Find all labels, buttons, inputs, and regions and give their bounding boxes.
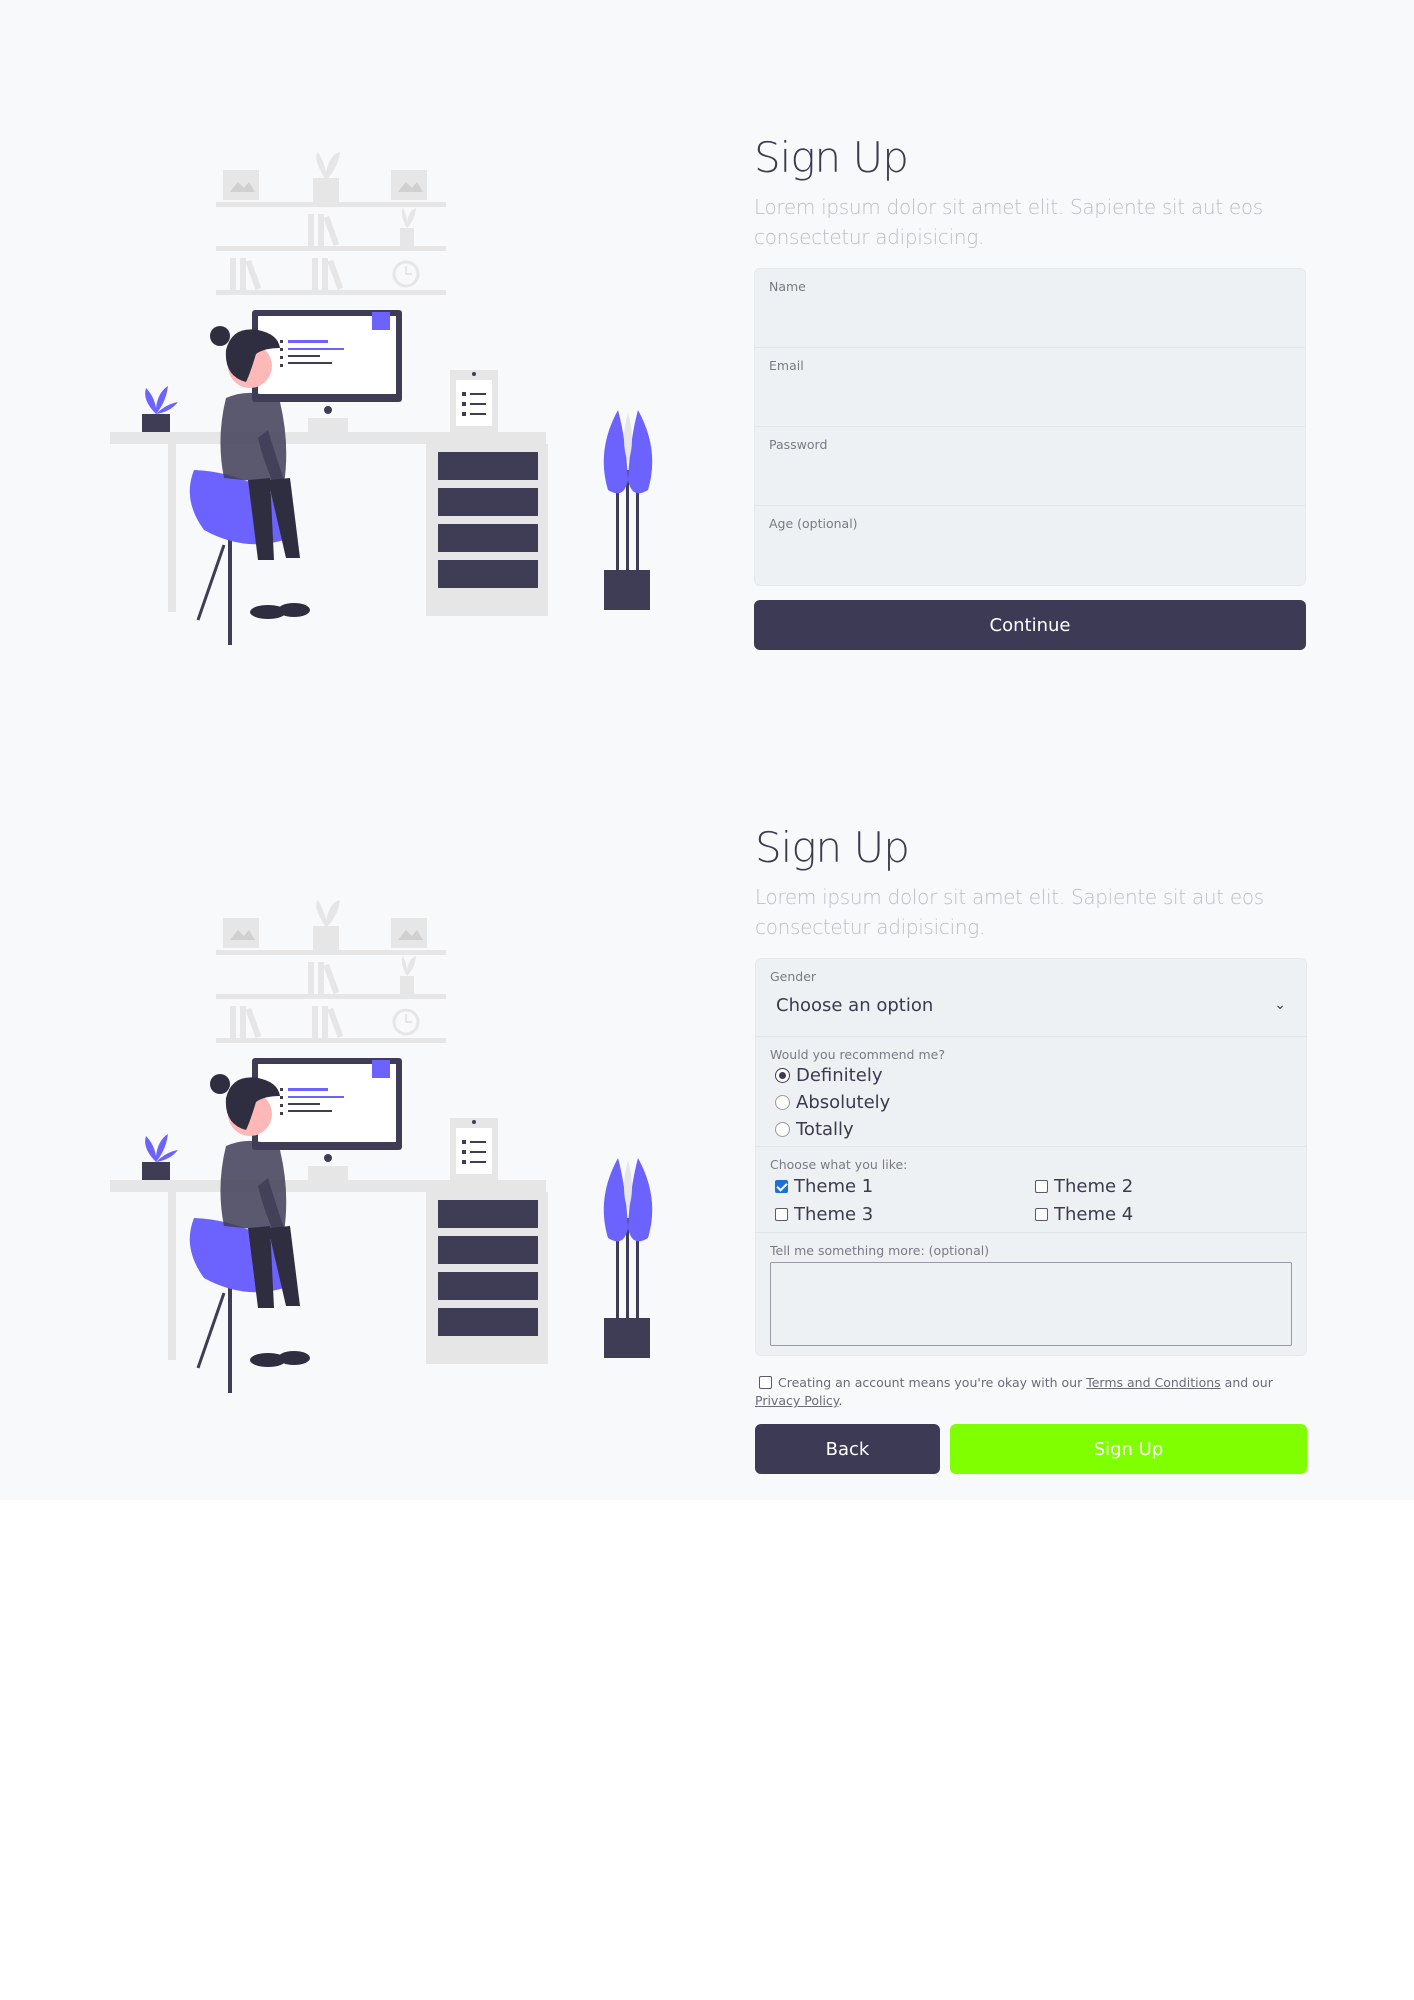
terms-middle: and our bbox=[1224, 1375, 1273, 1390]
checkbox-label: Theme 3 bbox=[794, 1203, 874, 1225]
more-label: Tell me something more: (optional) bbox=[770, 1243, 990, 1258]
checkbox[interactable] bbox=[775, 1179, 788, 1193]
name-input[interactable] bbox=[769, 299, 1291, 337]
more-field: Tell me something more: (optional) bbox=[756, 1233, 1306, 1355]
checkbox-label: Theme 2 bbox=[1054, 1175, 1134, 1197]
terms-agreement: Creating an account means you're okay wi… bbox=[755, 1374, 1307, 1410]
privacy-link[interactable]: Privacy Policy bbox=[755, 1393, 838, 1408]
terms-prefix: Creating an account means you're okay wi… bbox=[778, 1375, 1083, 1390]
checkbox[interactable] bbox=[1035, 1179, 1048, 1193]
gender-field: Gender Choose an option ⌄ bbox=[756, 959, 1306, 1037]
checkbox-theme-4[interactable]: Theme 4 bbox=[1030, 1200, 1290, 1228]
terms-suffix: . bbox=[838, 1393, 843, 1408]
terms-link[interactable]: Terms and Conditions bbox=[1086, 1375, 1220, 1390]
email-label: Email bbox=[769, 358, 804, 373]
checkbox-label: Theme 1 bbox=[794, 1175, 874, 1197]
age-field[interactable]: Age (optional) bbox=[755, 506, 1305, 585]
themes-field: Choose what you like: Theme 1 Theme 2 Th… bbox=[756, 1147, 1306, 1233]
page-title: Sign Up bbox=[754, 133, 909, 182]
fields-group: Gender Choose an option ⌄ Would you reco… bbox=[755, 958, 1307, 1356]
radio-option-absolutely[interactable]: Absolutely bbox=[770, 1089, 1292, 1116]
radio-button[interactable] bbox=[775, 1122, 790, 1137]
signup-form-step-1: Sign Up Lorem ipsum dolor sit amet elit.… bbox=[754, 128, 1306, 650]
email-input[interactable] bbox=[769, 378, 1291, 416]
radio-option-definitely[interactable]: Definitely bbox=[770, 1062, 1292, 1089]
radio-label: Definitely bbox=[796, 1065, 883, 1086]
person-at-desk-illustration bbox=[108, 140, 668, 650]
checkbox-label: Theme 4 bbox=[1054, 1203, 1134, 1225]
gender-select[interactable]: Choose an option ⌄ bbox=[770, 984, 1292, 1026]
action-buttons: Back Sign Up bbox=[755, 1424, 1307, 1474]
signup-button[interactable]: Sign Up bbox=[950, 1424, 1307, 1474]
person-at-desk-illustration bbox=[108, 888, 668, 1398]
more-textarea[interactable] bbox=[770, 1262, 1292, 1346]
name-label: Name bbox=[769, 279, 806, 294]
page-subtitle: Lorem ipsum dolor sit amet elit. Sapient… bbox=[754, 195, 1263, 249]
checkbox[interactable] bbox=[775, 1207, 788, 1221]
desk-illustration-svg bbox=[110, 152, 653, 645]
checkbox-theme-3[interactable]: Theme 3 bbox=[770, 1200, 1030, 1228]
back-button[interactable]: Back bbox=[755, 1424, 940, 1474]
fields-group: Name Email Password Age (optional) bbox=[754, 268, 1306, 586]
themes-label: Choose what you like: bbox=[770, 1157, 908, 1172]
checkbox-theme-1[interactable]: Theme 1 bbox=[770, 1172, 1030, 1200]
password-field[interactable]: Password bbox=[755, 427, 1305, 506]
password-input[interactable] bbox=[769, 457, 1291, 495]
checkbox-theme-2[interactable]: Theme 2 bbox=[1030, 1172, 1290, 1200]
email-field[interactable]: Email bbox=[755, 348, 1305, 427]
terms-checkbox[interactable] bbox=[759, 1376, 772, 1389]
radio-button[interactable] bbox=[775, 1068, 790, 1083]
recommend-label: Would you recommend me? bbox=[770, 1047, 945, 1062]
radio-option-totally[interactable]: Totally bbox=[770, 1116, 1292, 1143]
age-input[interactable] bbox=[769, 536, 1291, 574]
continue-button[interactable]: Continue bbox=[754, 600, 1306, 650]
signup-form-step-2: Sign Up Lorem ipsum dolor sit amet elit.… bbox=[755, 818, 1307, 1474]
chevron-down-icon: ⌄ bbox=[1274, 997, 1286, 1013]
gender-label: Gender bbox=[770, 969, 817, 984]
name-field[interactable]: Name bbox=[755, 269, 1305, 348]
radio-button[interactable] bbox=[775, 1095, 790, 1110]
password-label: Password bbox=[769, 437, 828, 452]
gender-selected-value: Choose an option bbox=[776, 994, 934, 1016]
desk-illustration-svg bbox=[110, 900, 653, 1393]
age-label: Age (optional) bbox=[769, 516, 858, 531]
recommend-field: Would you recommend me? Definitely Absol… bbox=[756, 1037, 1306, 1147]
checkbox[interactable] bbox=[1035, 1207, 1048, 1221]
themes-grid: Theme 1 Theme 2 Theme 3 Theme 4 bbox=[770, 1172, 1292, 1228]
signup-step-1: Sign Up Lorem ipsum dolor sit amet elit.… bbox=[0, 0, 1414, 690]
page-title: Sign Up bbox=[755, 823, 910, 872]
page-subtitle: Lorem ipsum dolor sit amet elit. Sapient… bbox=[755, 885, 1264, 939]
radio-label: Absolutely bbox=[796, 1092, 891, 1113]
signup-step-2: Sign Up Lorem ipsum dolor sit amet elit.… bbox=[0, 690, 1414, 1500]
radio-label: Totally bbox=[796, 1119, 854, 1140]
